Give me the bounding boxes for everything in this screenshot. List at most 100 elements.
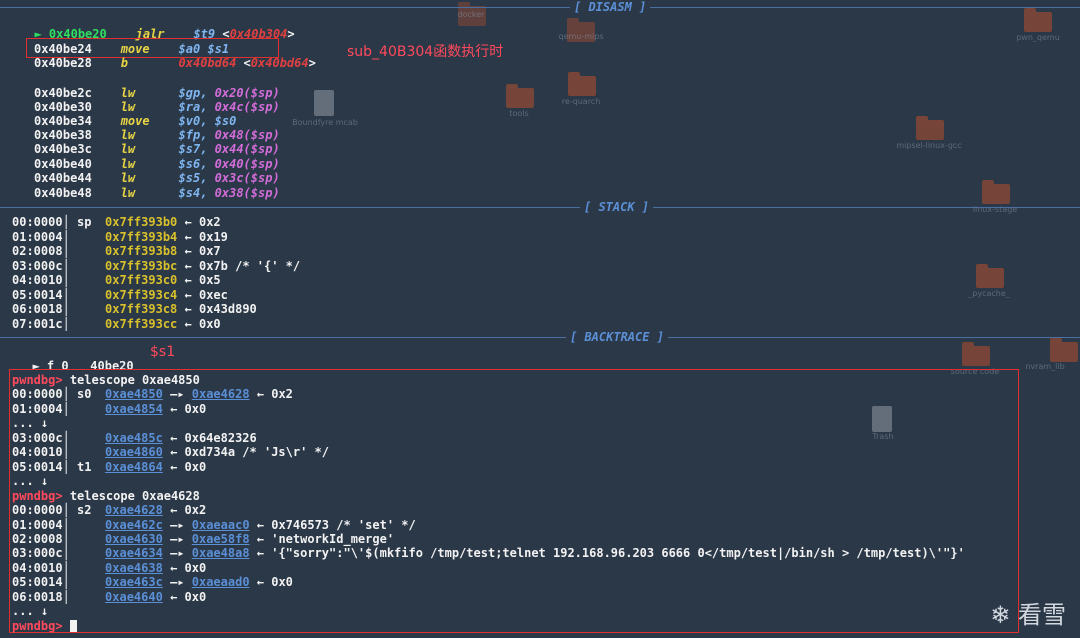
desktop-item-label: qemu-mips: [558, 32, 604, 41]
telescope-row[interactable]: 01:0004│ 0xae462c —▸ 0xaeaac0 ← 0x746573…: [12, 518, 416, 532]
telescope-register: s2: [77, 503, 92, 518]
telescope-offset: 04:0010│: [12, 560, 70, 575]
telescope-offset: 06:0018│: [12, 589, 70, 604]
stack-row[interactable]: 05:0014│ 0x7ff393c4 ← 0xec: [12, 288, 228, 302]
disasm-operand: $s5,: [178, 171, 208, 185]
telescope-row[interactable]: 04:0010│ 0xae4638 ← 0x0: [12, 561, 206, 575]
terminal-command-line[interactable]: pwndbg> telescope 0xae4628: [12, 489, 200, 503]
stack-value: ← 0x19: [184, 229, 228, 244]
stack-row[interactable]: 06:0018│ 0x7ff393c8 ← 0x43d890: [12, 302, 257, 316]
telescope-offset: 01:0004│: [12, 401, 70, 416]
telescope-address[interactable]: 0xae4854: [105, 402, 163, 416]
stack-row[interactable]: 07:001c│ 0x7ff393cc ← 0x0: [12, 317, 221, 331]
telescope-pointer[interactable]: 0xae4628: [192, 387, 250, 401]
telescope-address[interactable]: 0xae4850: [105, 387, 163, 401]
stack-address: 0x7ff393b4: [105, 229, 178, 244]
telescope-address[interactable]: 0xae4864: [105, 460, 163, 474]
telescope-row[interactable]: 04:0010│ 0xae4860 ← 0xd734a /* 'Js\r' */: [12, 445, 329, 459]
telescope-offset: ... ↓: [12, 416, 49, 431]
stack-register: sp: [77, 215, 92, 229]
disasm-operand: $gp,: [178, 86, 208, 100]
disasm-annotation: sub_40B304函数执行时: [347, 44, 504, 60]
stack-row[interactable]: 01:0004│ 0x7ff393b4 ← 0x19: [12, 230, 228, 244]
telescope-offset: 01:0004│: [12, 517, 70, 532]
disasm-line[interactable]: 0x40be28 b 0x40bd64 <0x40bd64>: [34, 56, 316, 70]
telescope-address[interactable]: 0xae485c: [105, 431, 163, 445]
disasm-mnemonic: lw: [120, 157, 136, 171]
terminal-command: telescope 0xae4628: [69, 488, 200, 503]
disasm-line[interactable]: 0x40be3c lw $s7, 0x44($sp): [34, 142, 280, 156]
terminal-input-line[interactable]: pwndbg>: [12, 619, 77, 633]
telescope-address[interactable]: 0xae4634: [105, 546, 163, 560]
backtrace-frame[interactable]: ► f 0 40be20: [18, 345, 133, 373]
terminal-command-line[interactable]: pwndbg> telescope 0xae4850: [12, 373, 200, 387]
telescope-address[interactable]: 0xae4628: [105, 503, 163, 517]
disasm-line[interactable]: 0x40be2c lw $gp, 0x20($sp): [34, 86, 280, 100]
telescope-value: ← 0x0: [170, 459, 207, 474]
disasm-line[interactable]: 0x40be34 move $v0, $s0: [34, 114, 236, 128]
telescope-address[interactable]: 0xae463c: [105, 575, 163, 589]
disasm-line[interactable]: 0x40be38 lw $fp, 0x48($sp): [34, 128, 280, 142]
disasm-line[interactable]: 0x40be44 lw $s5, 0x3c($sp): [34, 171, 280, 185]
disasm-mnemonic: lw: [120, 186, 136, 200]
terminal-cursor: [69, 620, 77, 633]
telescope-row[interactable]: 03:000c│ 0xae4634 —▸ 0xae48a8 ← '{"sorry…: [12, 546, 965, 560]
stack-offset: 06:0018│: [12, 302, 70, 316]
telescope-address[interactable]: 0xae4860: [105, 445, 163, 459]
telescope-address[interactable]: 0xae4630: [105, 532, 163, 546]
disasm-mnemonic: lw: [120, 128, 136, 142]
telescope-offset: ... ↓: [12, 604, 49, 619]
desktop-folder-icon: [1024, 8, 1052, 32]
telescope-row[interactable]: 00:0000│ s2 0xae4628 ← 0x2: [12, 503, 206, 517]
telescope-row[interactable]: 05:0014│ 0xae463c —▸ 0xaeaad0 ← 0x0: [12, 575, 293, 589]
disasm-line[interactable]: 0x40be30 lw $ra, 0x4c($sp): [34, 100, 280, 114]
telescope-pointer[interactable]: 0xae48a8: [192, 546, 250, 560]
desktop-item-label: Boundfyre mcab: [292, 118, 358, 127]
telescope-row[interactable]: 03:000c│ 0xae485c ← 0x64e82326: [12, 431, 257, 445]
telescope-pointer[interactable]: 0xaeaad0: [192, 575, 250, 589]
stack-row[interactable]: 04:0010│ 0x7ff393c0 ← 0x5: [12, 273, 221, 287]
telescope-value: —▸: [170, 575, 185, 590]
disasm-mnemonic: lw: [120, 142, 136, 156]
stack-row[interactable]: 03:000c│ 0x7ff393bc ← 0x7b /* '{' */: [12, 259, 300, 273]
disasm-addr: 0x40be28: [34, 56, 92, 70]
telescope-pointer[interactable]: 0xae58f8: [192, 532, 250, 546]
telescope-value: ← 0x0: [170, 589, 207, 604]
telescope-address[interactable]: 0xae4638: [105, 561, 163, 575]
stack-row[interactable]: 00:0000│ sp 0x7ff393b0 ← 0x2: [12, 215, 221, 229]
telescope-row[interactable]: ... ↓: [12, 604, 55, 618]
telescope-value: —▸: [170, 531, 185, 546]
telescope-pointer[interactable]: 0xaeaac0: [192, 518, 250, 532]
desktop-folder-icon: [506, 84, 534, 108]
telescope-row[interactable]: 01:0004│ 0xae4854 ← 0x0: [12, 402, 206, 416]
telescope-address[interactable]: 0xae462c: [105, 518, 163, 532]
telescope-offset: 04:0010│: [12, 445, 70, 460]
telescope-offset: 00:0000│: [12, 387, 70, 402]
stack-address: 0x7ff393bc: [105, 258, 178, 273]
telescope-row[interactable]: 06:0018│ 0xae4640 ← 0x0: [12, 590, 206, 604]
telescope-row[interactable]: 05:0014│ t1 0xae4864 ← 0x0: [12, 460, 206, 474]
disasm-line[interactable]: 0x40be40 lw $s6, 0x40($sp): [34, 157, 280, 171]
disasm-line[interactable]: 0x40be48 lw $s4, 0x38($sp): [34, 186, 280, 200]
telescope-row[interactable]: 02:0008│ 0xae4630 —▸ 0xae58f8 ← 'network…: [12, 532, 394, 546]
telescope-deref: ← 0x0: [256, 575, 293, 590]
disasm-addr: 0x40be38: [34, 128, 92, 142]
stack-offset: 04:0010│: [12, 273, 70, 287]
disasm-mnemonic: lw: [120, 100, 136, 114]
disasm-current-line[interactable]: ► 0x40be20 jalr $t9 <0x40b304>: [20, 13, 294, 41]
disasm-addr: 0x40be44: [34, 171, 92, 185]
stack-row[interactable]: 02:0008│ 0x7ff393b8 ← 0x7: [12, 244, 221, 258]
telescope-value: ← 0x64e82326: [170, 430, 257, 445]
telescope-row[interactable]: ... ↓: [12, 416, 55, 430]
telescope-value: —▸: [170, 546, 185, 561]
telescope-row[interactable]: ... ↓: [12, 474, 55, 488]
telescope-row[interactable]: 00:0000│ s0 0xae4850 —▸ 0xae4628 ← 0x2: [12, 387, 293, 401]
disasm-section-title: [ DISASM ]: [570, 0, 651, 14]
telescope-value: ← 0x0: [170, 401, 207, 416]
stack-address: 0x7ff393c4: [105, 287, 178, 302]
disasm-mnemonic: move: [120, 42, 150, 56]
telescope-address[interactable]: 0xae4640: [105, 590, 163, 604]
disasm-mnemonic: b: [120, 56, 128, 70]
disasm-line[interactable]: 0x40be24 move $a0 $s1: [34, 42, 229, 56]
watermark: ❄ 看雪: [990, 601, 1066, 629]
